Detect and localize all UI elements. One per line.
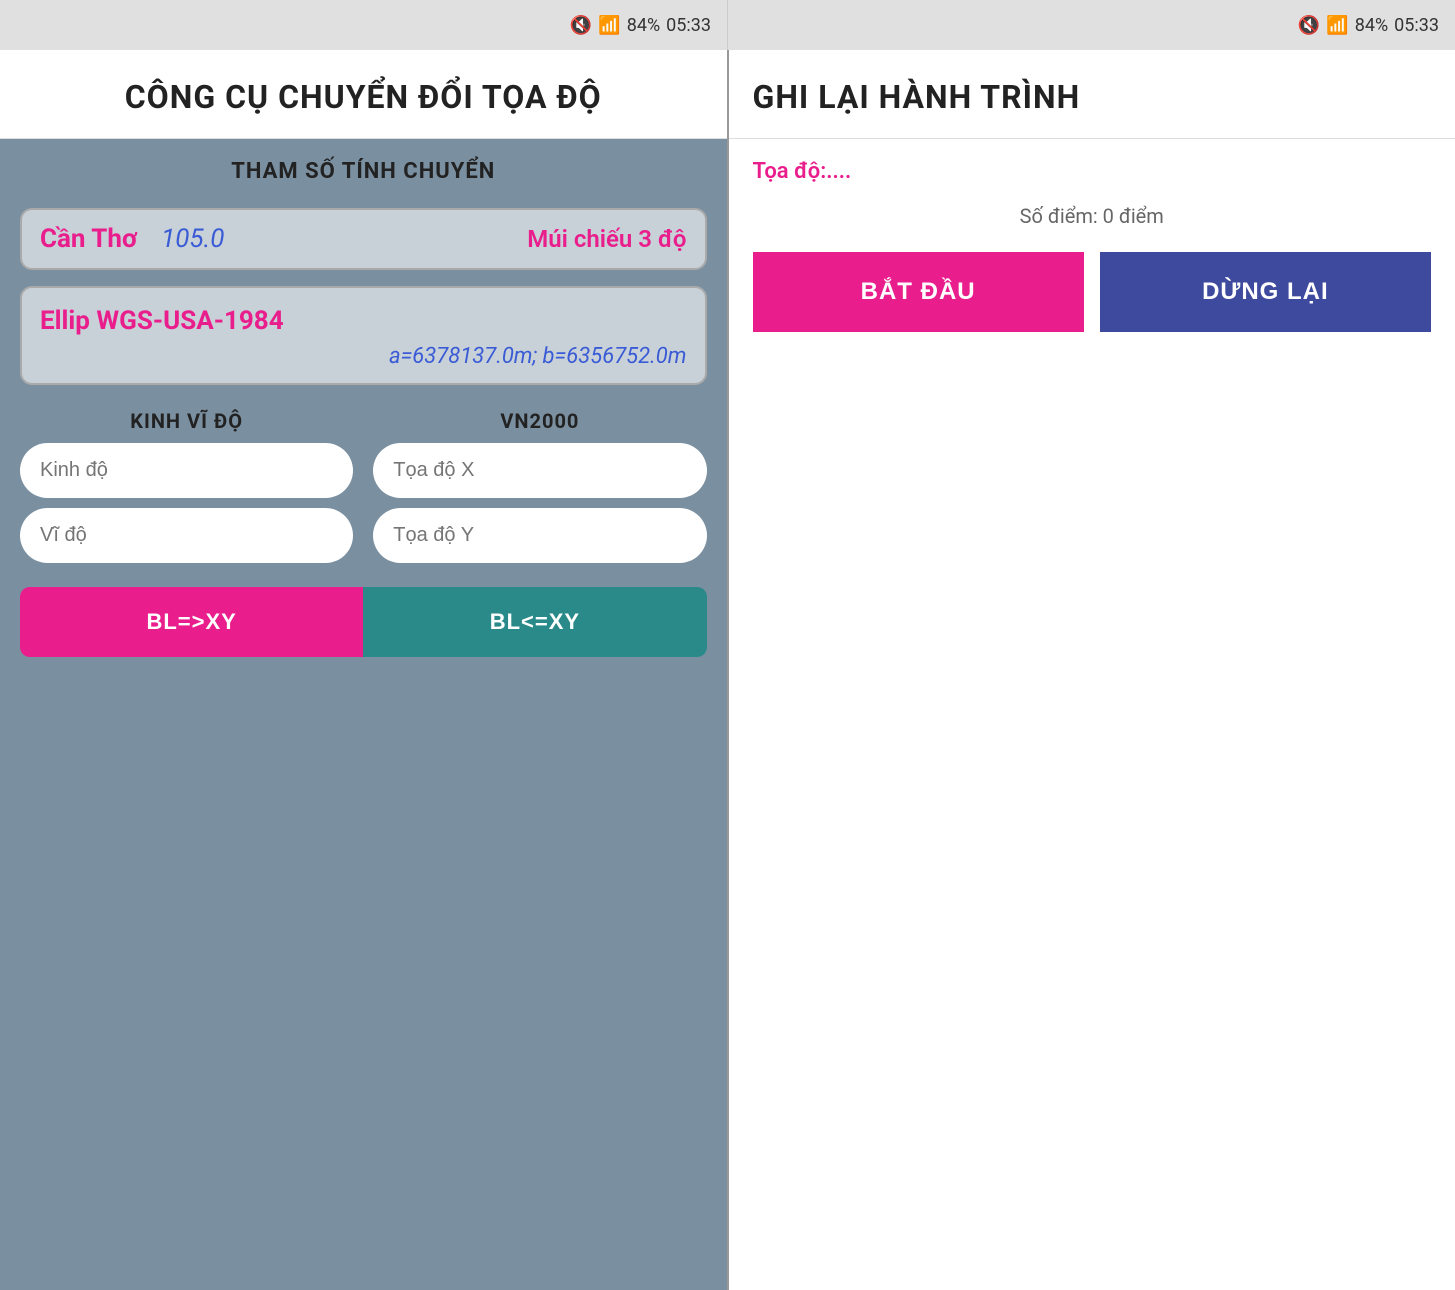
wifi-icon-right: 📶: [1326, 15, 1348, 36]
ellip-name: Ellip WGS-USA-1984: [40, 306, 687, 336]
left-panel: CÔNG CỤ CHUYỂN ĐỔI TỌA ĐỘ THAM SỐ TÍNH C…: [0, 50, 729, 1290]
left-title: CÔNG CỤ CHUYỂN ĐỔI TỌA ĐỘ: [125, 78, 602, 116]
clock-left: 05:33: [666, 15, 711, 36]
col-kinh-vi-do: KINH VĨ ĐỘ: [20, 409, 353, 563]
section-label: THAM SỐ TÍNH CHUYỂN: [20, 159, 707, 184]
param-row1: Cần Thơ 105.0 Múi chiếu 3 độ: [40, 224, 687, 254]
toa-do-y-input[interactable]: [373, 508, 706, 563]
right-body: Tọa độ:.... Số điểm: 0 điểm BẮT ĐẦU DỪNG…: [729, 139, 1455, 1290]
wifi-icon: 📶: [598, 15, 620, 36]
battery-right: 84%: [1355, 15, 1388, 36]
location-name: Cần Thơ: [40, 224, 137, 254]
left-header: CÔNG CỤ CHUYỂN ĐỔI TỌA ĐỘ: [0, 50, 727, 139]
right-panel: GHI LẠI HÀNH TRÌNH Tọa độ:.... Số điểm: …: [729, 50, 1455, 1290]
left-body: THAM SỐ TÍNH CHUYỂN Cần Thơ 105.0 Múi ch…: [0, 139, 727, 1290]
vi-do-input[interactable]: [20, 508, 353, 563]
btn-xy-bl[interactable]: BL<=XY: [363, 587, 706, 657]
param-box-2: Ellip WGS-USA-1984 a=6378137.0m; b=63567…: [20, 286, 707, 385]
battery-left: 84%: [627, 15, 660, 36]
location-value: 105.0: [161, 224, 224, 254]
col1-label: KINH VĨ ĐỘ: [20, 409, 353, 433]
action-buttons: BẮT ĐẦU DỪNG LẠI: [753, 252, 1432, 332]
right-title: GHI LẠI HÀNH TRÌNH: [753, 78, 1081, 116]
param-box-1: Cần Thơ 105.0 Múi chiếu 3 độ: [20, 208, 707, 270]
btn-bl-xy[interactable]: BL=>XY: [20, 587, 363, 657]
status-icons-left: 🔇 📶 84% 05:33: [570, 15, 711, 36]
status-bar: 🔇 📶 84% 05:33 🔇 📶 84% 05:33: [0, 0, 1455, 50]
coords-section: KINH VĨ ĐỘ VN2000: [20, 409, 707, 563]
kinh-do-input[interactable]: [20, 443, 353, 498]
right-header: GHI LẠI HÀNH TRÌNH: [729, 50, 1455, 139]
so-diem: Số điểm: 0 điểm: [753, 204, 1432, 228]
main-content: CÔNG CỤ CHUYỂN ĐỔI TỌA ĐỘ THAM SỐ TÍNH C…: [0, 50, 1455, 1290]
btn-bat-dau[interactable]: BẮT ĐẦU: [753, 252, 1084, 332]
col-vn2000: VN2000: [373, 409, 706, 563]
status-bar-left: 🔇 📶 84% 05:33: [0, 0, 728, 50]
btn-dung-lai[interactable]: DỪNG LẠI: [1100, 252, 1431, 332]
projection: Múi chiếu 3 độ: [527, 225, 686, 253]
toa-do-label: Tọa độ:....: [753, 159, 1432, 184]
convert-buttons: BL=>XY BL<=XY: [20, 587, 707, 657]
mute-icon-right: 🔇: [1298, 15, 1320, 36]
status-icons-right: 🔇 📶 84% 05:33: [1298, 15, 1439, 36]
ellip-params: a=6378137.0m; b=6356752.0m: [40, 344, 687, 369]
toa-do-x-input[interactable]: [373, 443, 706, 498]
param-location: Cần Thơ 105.0: [40, 224, 224, 254]
status-bar-right: 🔇 📶 84% 05:33: [728, 0, 1455, 50]
mute-icon: 🔇: [570, 15, 592, 36]
clock-right: 05:33: [1394, 15, 1439, 36]
col2-label: VN2000: [373, 409, 706, 433]
